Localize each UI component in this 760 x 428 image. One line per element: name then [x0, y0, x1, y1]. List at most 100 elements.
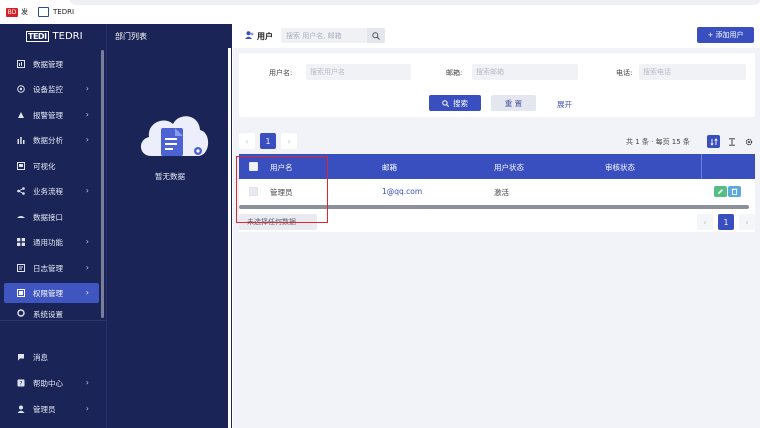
users-icon	[245, 31, 254, 41]
phone-label: 电话:	[616, 69, 633, 77]
address-bar[interactable]	[70, 0, 760, 5]
pagination-bottom: ‹ 1 ›	[697, 214, 755, 230]
search-button-label: 搜索	[453, 98, 468, 108]
bar-chart-icon	[17, 136, 25, 144]
alarm-icon	[17, 111, 25, 119]
sidebar-item-common-functions[interactable]: 通用功能 ›	[4, 232, 99, 252]
browser-tab-strip: BD 发 TEDRI	[0, 0, 760, 24]
chevron-right-icon: ›	[85, 404, 89, 413]
header-search-input[interactable]	[281, 28, 367, 43]
prev-page-button[interactable]: ‹	[239, 133, 255, 149]
column-height-icon[interactable]	[725, 135, 738, 148]
chevron-right-icon: ›	[85, 288, 89, 297]
sidebar-item-alarm[interactable]: 报警管理 ›	[4, 105, 99, 125]
grid-icon	[17, 238, 25, 246]
sidebar: TEDI TEDRI 数据管理 设备监控 › 报警管理 › 数据分析 › 可视化…	[0, 24, 106, 428]
empty-data-illustration-icon	[140, 116, 209, 156]
sidebar-item-data-management[interactable]: 数据管理	[4, 54, 99, 74]
sidebar-item-device-monitor[interactable]: 设备监控 ›	[4, 79, 99, 99]
search-button[interactable]: 搜索	[429, 95, 481, 111]
pagination-top: ‹ 1 ›	[239, 133, 297, 149]
sidebar-scrollbar[interactable]	[101, 50, 104, 318]
sidebar-item-system-settings[interactable]: 系统设置	[4, 308, 99, 318]
department-panel: 部门列表 暂无数据	[106, 24, 232, 428]
sidebar-item-label: 通用功能	[33, 237, 63, 247]
chevron-right-icon: ›	[85, 110, 89, 119]
tab-label-fa[interactable]: 发	[21, 7, 28, 17]
pagination-summary: 共 1 条 · 每页 15 条	[626, 138, 690, 146]
main-content: 用户 + 添加用户 用户名: 邮箱: 电话: 搜索 重 置 展开 ‹ 1 › 共…	[233, 24, 760, 428]
flow-icon	[17, 187, 25, 195]
sidebar-item-label: 可视化	[33, 161, 56, 171]
help-icon: ?	[17, 379, 25, 387]
visual-icon	[17, 162, 25, 170]
add-user-button[interactable]: + 添加用户	[697, 27, 754, 43]
page-number-button[interactable]: 1	[718, 214, 734, 230]
brand[interactable]: TEDI TEDRI	[0, 24, 106, 48]
column-header-user-status[interactable]: 用户状态	[494, 162, 524, 173]
search-icon[interactable]	[367, 28, 385, 43]
column-header-audit-status[interactable]: 审核状态	[605, 162, 635, 173]
expand-link[interactable]: 展开	[557, 99, 572, 110]
sidebar-item-label: 数据分析	[33, 135, 63, 145]
sidebar-item-label: 设备监控	[33, 84, 63, 94]
sidebar-item-data-analysis[interactable]: 数据分析 ›	[4, 130, 99, 150]
sidebar-item-label: 报警管理	[33, 110, 63, 120]
empty-data-text: 暂无数据	[155, 172, 185, 181]
sidebar-item-label: 权限管理	[33, 288, 63, 298]
sidebar-item-label: 管理员	[33, 404, 56, 414]
page-title: 用户	[257, 31, 273, 41]
sidebar-item-label: 业务流程	[33, 186, 63, 196]
log-icon	[17, 264, 25, 272]
email-label: 邮箱:	[446, 69, 463, 77]
username-label: 用户名:	[269, 69, 293, 77]
phone-filter-input[interactable]	[639, 64, 746, 80]
sidebar-item-help-center[interactable]: ? 帮助中心 ›	[4, 373, 99, 393]
department-panel-title: 部门列表	[115, 32, 147, 41]
delete-icon[interactable]	[728, 186, 741, 197]
sidebar-item-label: 消息	[33, 352, 48, 362]
next-page-button[interactable]: ›	[281, 133, 297, 149]
sidebar-item-admin[interactable]: 管理员 ›	[4, 399, 99, 419]
chevron-right-icon: ›	[85, 135, 89, 144]
tedri-tab-icon	[38, 7, 49, 17]
sidebar-item-label: 数据接口	[33, 212, 63, 222]
department-panel-scrollbar[interactable]	[228, 48, 231, 428]
sidebar-item-label: 数据管理	[33, 59, 63, 69]
sidebar-item-business-flow[interactable]: 业务流程 ›	[4, 181, 99, 201]
filter-panel: 用户名: 邮箱: 电话: 搜索 重 置 展开	[239, 53, 755, 117]
permission-icon	[17, 289, 25, 297]
sidebar-divider	[0, 320, 106, 321]
brand-logo-icon: TEDI	[26, 30, 49, 42]
highlight-box	[236, 156, 328, 223]
sidebar-item-label: 日志管理	[33, 263, 63, 273]
sidebar-item-visualization[interactable]: 可视化	[4, 156, 99, 176]
sidebar-item-log-management[interactable]: 日志管理 ›	[4, 258, 99, 278]
page-number-button[interactable]: 1	[260, 133, 276, 149]
sidebar-item-label: 系统设置	[33, 310, 63, 318]
operation-column-header	[701, 154, 755, 179]
page-header: 用户 + 添加用户	[233, 24, 760, 48]
sort-icon[interactable]	[707, 135, 720, 148]
sidebar-item-messages[interactable]: 消息	[4, 347, 99, 367]
username-filter-input[interactable]	[306, 64, 411, 80]
chevron-right-icon: ›	[85, 186, 89, 195]
reset-button[interactable]: 重 置	[491, 95, 536, 111]
edit-icon[interactable]	[714, 186, 727, 197]
next-page-button[interactable]: ›	[739, 214, 755, 230]
cell-user-status: 激活	[494, 188, 509, 197]
column-header-email[interactable]: 邮箱	[382, 162, 397, 173]
prev-page-button[interactable]: ‹	[697, 214, 713, 230]
tab-title[interactable]: TEDRI	[53, 8, 74, 16]
cell-email: 1@qq.com	[382, 187, 423, 196]
operation-column	[701, 154, 755, 204]
chevron-right-icon: ›	[85, 237, 89, 246]
database-icon	[17, 60, 25, 68]
gear-icon[interactable]	[742, 135, 755, 148]
svg-text:?: ?	[19, 380, 22, 387]
email-filter-input[interactable]	[472, 64, 578, 80]
sidebar-item-permission-management[interactable]: 权限管理 ›	[4, 283, 99, 303]
header-search	[281, 28, 385, 43]
sidebar-item-data-interface[interactable]: 数据接口	[4, 207, 99, 227]
chevron-right-icon: ›	[85, 378, 89, 387]
